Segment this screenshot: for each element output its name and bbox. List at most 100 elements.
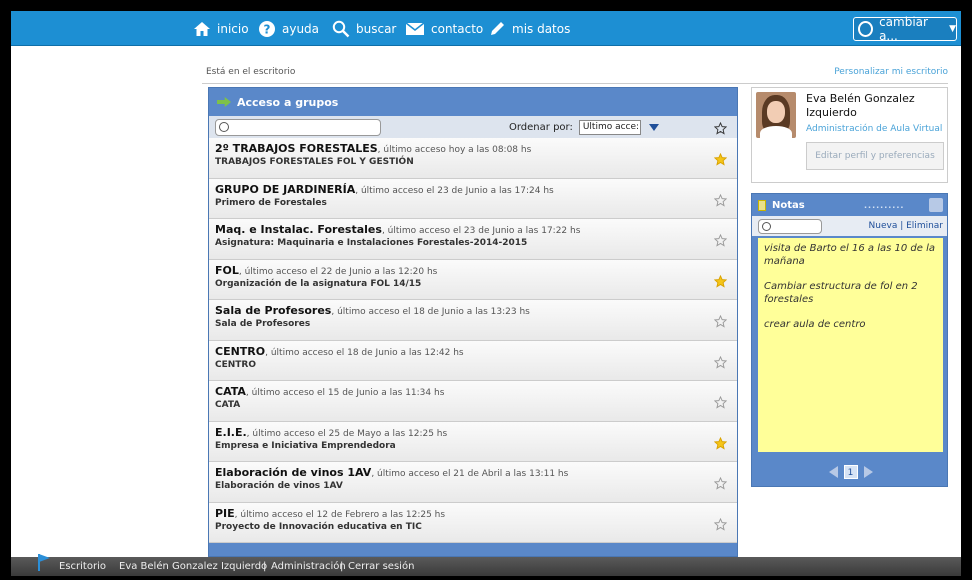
group-name[interactable]: Elaboración de vinos 1AV	[215, 466, 371, 479]
edit-profile-button[interactable]: Editar perfil y preferencias	[806, 142, 944, 170]
groups-title: Acceso a grupos	[237, 95, 339, 109]
prev-page-icon[interactable]	[828, 466, 838, 478]
nav-contacto[interactable]: contacto	[405, 11, 483, 46]
groups-list: 2º TRABAJOS FORESTALES, último acceso ho…	[209, 138, 737, 543]
chevron-down-icon: ▼	[949, 24, 956, 34]
group-subtitle: Organización de la asignatura FOL 14/15	[215, 278, 422, 289]
delete-note-link[interactable]: Eliminar	[906, 221, 943, 231]
star-icon[interactable]	[713, 354, 728, 369]
star-icon[interactable]	[713, 151, 728, 166]
nav-contacto-label: contacto	[431, 21, 484, 36]
star-icon[interactable]	[713, 192, 728, 207]
star-icon[interactable]	[713, 232, 728, 247]
group-subtitle: Empresa e Iniciativa Emprendedora	[215, 440, 396, 451]
notes-pager: 1	[752, 456, 949, 488]
group-subtitle: Asignatura: Maquinaria e Instalaciones F…	[215, 238, 528, 248]
footer-user-link[interactable]: Eva Belén Gonzalez Izquierdo	[119, 561, 267, 572]
new-note-link[interactable]: Nueva	[869, 221, 898, 231]
star-filter-icon[interactable]	[713, 120, 728, 135]
group-row[interactable]: E.I.E., último acceso el 25 de Mayo a la…	[209, 421, 737, 462]
group-row[interactable]: Elaboración de vinos 1AV, último acceso …	[209, 462, 737, 503]
nav-buscar[interactable]: buscar	[332, 11, 396, 46]
group-name[interactable]: Sala de Profesores	[215, 304, 331, 317]
star-icon[interactable]	[713, 313, 728, 328]
group-last-access: , último acceso hoy a las 08:08 hs	[377, 145, 532, 155]
page-number[interactable]: 1	[843, 465, 858, 479]
nav-inicio-label: inicio	[217, 21, 249, 36]
search-icon	[762, 222, 771, 231]
group-title-line: Sala de Profesores, último acceso el 18 …	[215, 304, 737, 317]
nav-ayuda[interactable]: ? ayuda	[258, 11, 319, 46]
group-title-line: Elaboración de vinos 1AV, último acceso …	[215, 466, 737, 479]
search-icon	[332, 20, 350, 38]
nav-mis-datos[interactable]: mis datos	[488, 11, 570, 46]
sort-control: Ordenar por: Ultimo acce:	[509, 120, 659, 135]
sort-select[interactable]: Ultimo acce:	[578, 120, 641, 135]
groups-toolbar: Ordenar por: Ultimo acce:	[209, 116, 737, 138]
group-name[interactable]: FOL	[215, 264, 239, 277]
switch-account-button[interactable]: cambiar a... ▼	[853, 15, 957, 43]
group-name[interactable]: GRUPO DE JARDINERÍA	[215, 183, 355, 196]
profile-role-link[interactable]: Administración de Aula Virtual	[806, 124, 942, 134]
next-page-icon[interactable]	[863, 466, 873, 478]
expand-icon[interactable]	[929, 198, 943, 212]
profile-name: Eva Belén Gonzalez Izquierdo	[806, 92, 915, 119]
star-icon[interactable]	[713, 435, 728, 450]
group-title-line: GRUPO DE JARDINERÍA, último acceso el 23…	[215, 183, 737, 196]
group-row[interactable]: 2º TRABAJOS FORESTALES, último acceso ho…	[209, 138, 737, 179]
group-title-line: PIE, último acceso el 12 de Febrero a la…	[215, 507, 737, 520]
footer-escritorio-link[interactable]: Escritorio	[59, 561, 106, 572]
star-icon[interactable]	[713, 394, 728, 409]
group-row[interactable]: Maq. e Instalac. Forestales, último acce…	[209, 219, 737, 260]
note-textarea[interactable]: visita de Barto el 16 a las 10 de la mañ…	[758, 238, 943, 452]
group-name[interactable]: CENTRO	[215, 345, 265, 358]
group-subtitle: Proyecto de Innovación educativa en TIC	[215, 521, 422, 532]
nav-inicio[interactable]: inicio	[193, 11, 249, 46]
group-name[interactable]: 2º TRABAJOS FORESTALES	[215, 142, 378, 155]
group-last-access: , último acceso el 23 de Junio a las 17:…	[381, 226, 581, 236]
group-last-access: , último acceso el 18 de Junio a las 12:…	[265, 347, 464, 358]
group-subtitle: CATA	[215, 400, 241, 410]
mail-icon	[405, 20, 425, 38]
group-row[interactable]: Sala de Profesores, último acceso el 18 …	[209, 300, 737, 341]
groups-search-input[interactable]	[215, 119, 381, 136]
group-row[interactable]: CATA, último acceso el 15 de Junio a las…	[209, 381, 737, 422]
footer-logout-link[interactable]: Cerrar sesión	[348, 561, 414, 572]
notes-search-input[interactable]	[758, 219, 822, 234]
groups-panel: Acceso a grupos Ordenar por: Ultimo acce…	[208, 87, 738, 557]
drag-handle[interactable]: ··········	[864, 203, 904, 212]
group-title-line: FOL, último acceso el 22 de Junio a las …	[215, 264, 737, 277]
group-last-access: , último acceso el 12 de Febrero a las 1…	[234, 509, 446, 520]
group-name[interactable]: CATA	[215, 385, 246, 398]
group-row[interactable]: PIE, último acceso el 12 de Febrero a la…	[209, 502, 737, 543]
group-title-line: E.I.E., último acceso el 25 de Mayo a la…	[215, 426, 737, 439]
group-name[interactable]: E.I.E.	[215, 426, 247, 439]
sort-direction-icon[interactable]	[648, 124, 659, 131]
nav-ayuda-label: ayuda	[282, 21, 320, 36]
group-name[interactable]: Maq. e Instalac. Forestales	[215, 223, 382, 236]
notes-toolbar: Nueva | Eliminar	[752, 216, 947, 236]
star-icon[interactable]	[713, 475, 728, 490]
divider	[202, 83, 948, 84]
footer-admin-link[interactable]: Administración	[271, 561, 346, 572]
group-row[interactable]: GRUPO DE JARDINERÍA, último acceso el 23…	[209, 178, 737, 219]
profile-card: Eva Belén Gonzalez Izquierdo Administrac…	[751, 87, 948, 183]
group-row[interactable]: FOL, último acceso el 22 de Junio a las …	[209, 259, 737, 300]
group-subtitle: TRABAJOS FORESTALES FOL Y GESTIÓN	[215, 157, 414, 167]
star-icon[interactable]	[713, 273, 728, 288]
group-title-line: Maq. e Instalac. Forestales, último acce…	[215, 223, 737, 236]
groups-header: Acceso a grupos	[209, 88, 737, 116]
footer-separator: |	[340, 561, 344, 572]
group-name[interactable]: PIE	[215, 507, 235, 520]
group-row[interactable]: CENTRO, último acceso el 18 de Junio a l…	[209, 340, 737, 381]
note-line: visita de Barto el 16 a las 10 de la mañ…	[764, 243, 936, 267]
group-subtitle: Primero de Forestales	[215, 197, 327, 208]
switch-label: cambiar a...	[879, 15, 928, 43]
svg-text:?: ?	[264, 22, 271, 36]
note-line: crear aula de centro	[764, 319, 866, 330]
star-icon[interactable]	[713, 516, 728, 531]
group-last-access: , último acceso el 18 de Junio a las 13:…	[331, 307, 530, 317]
search-icon	[219, 122, 229, 132]
group-subtitle: Sala de Profesores	[215, 319, 311, 329]
customize-desk-link[interactable]: Personalizar mi escritorio	[834, 67, 948, 77]
